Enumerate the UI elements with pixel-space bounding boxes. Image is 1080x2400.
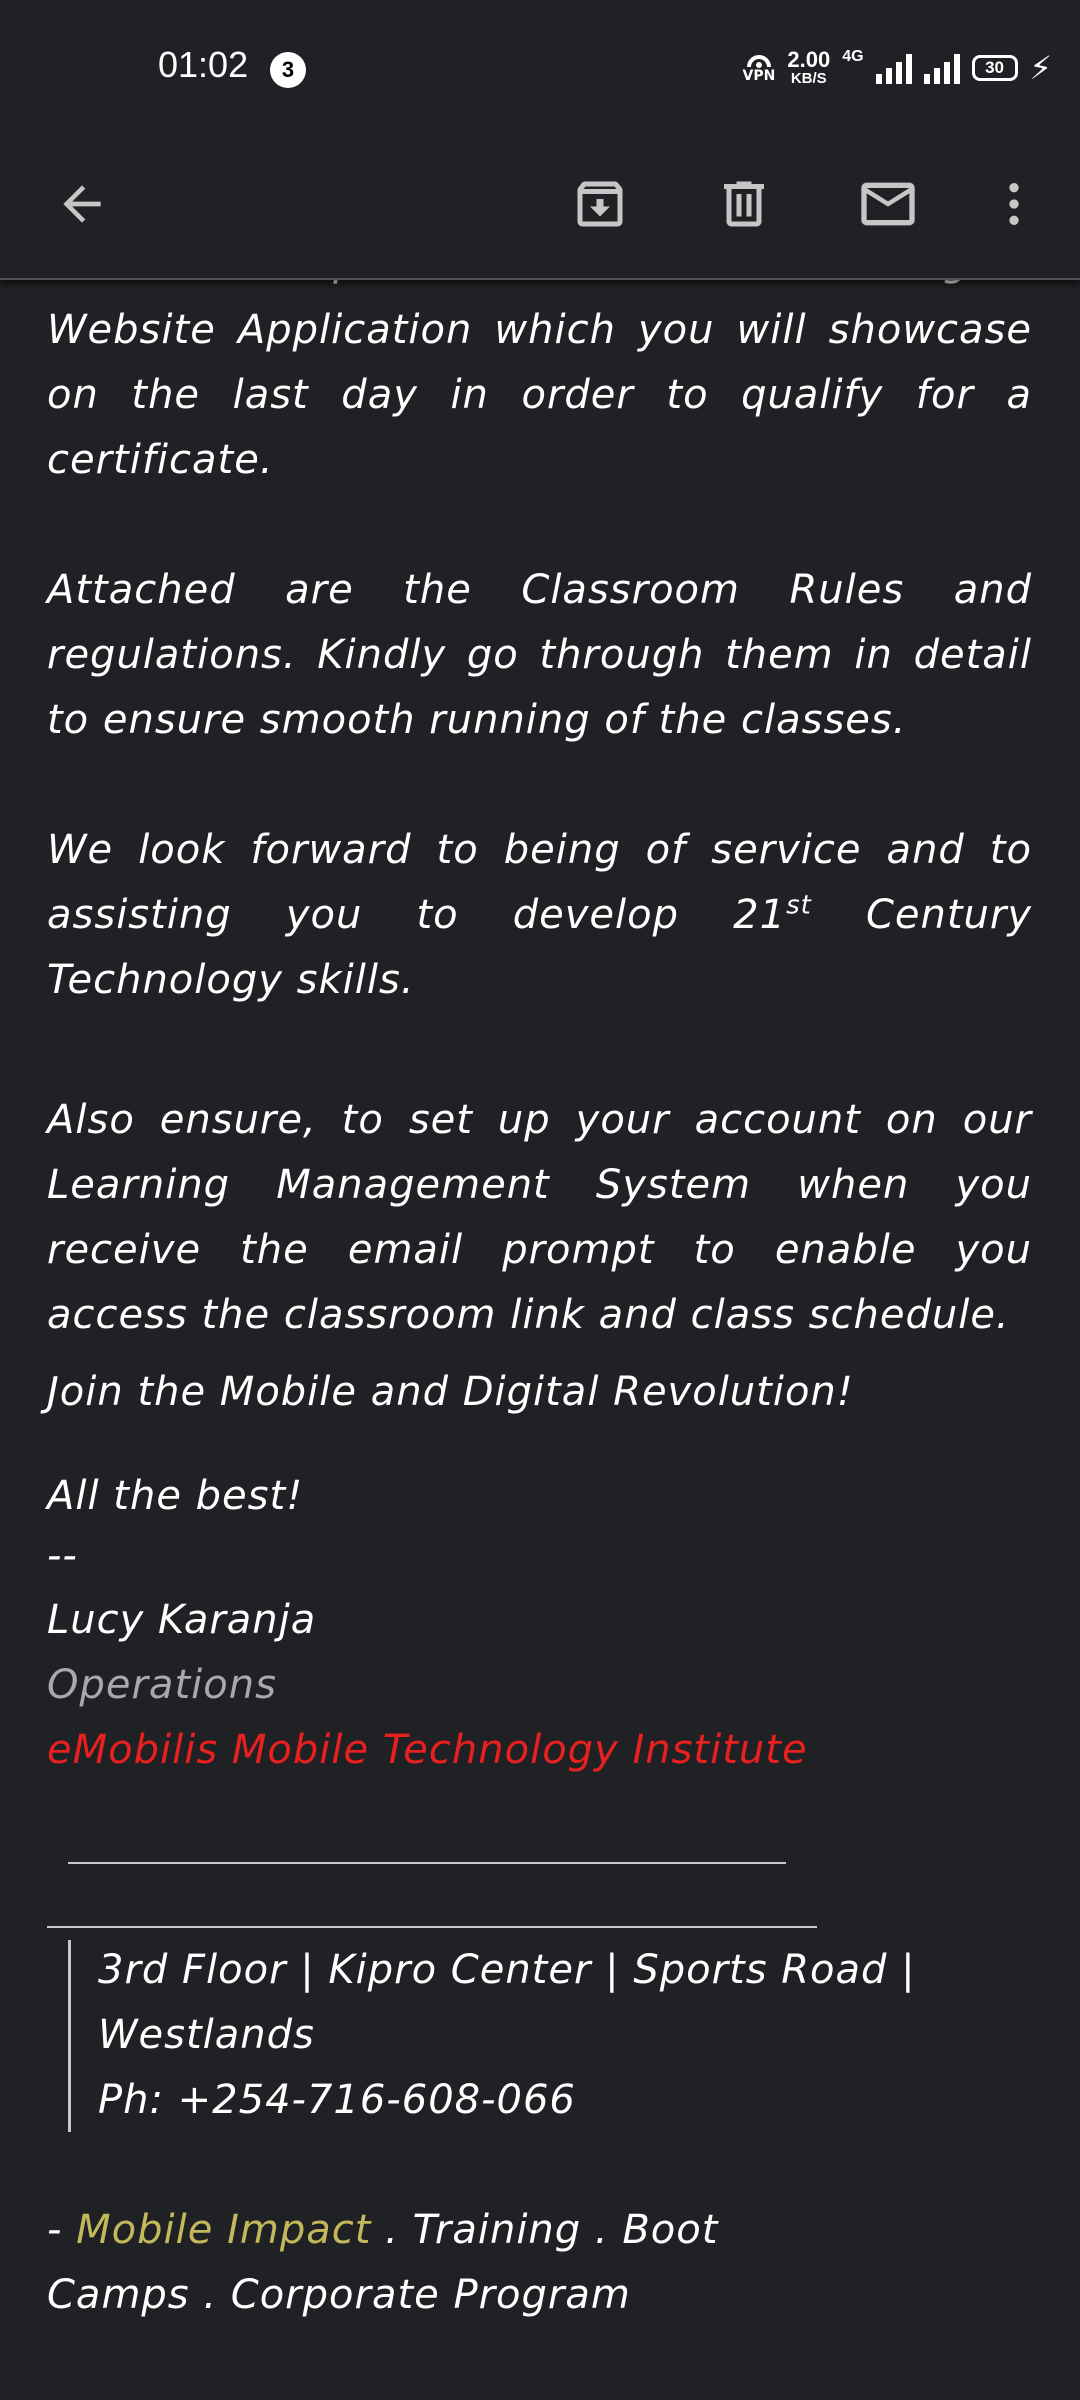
mark-unread-icon[interactable] (854, 170, 922, 238)
signature-divider-bottom (47, 1926, 817, 1928)
signal-strength-1-icon (875, 52, 912, 84)
speed-value: 2.00 (787, 47, 831, 72)
phone-number: Ph: +254-716-608-066 (98, 2077, 576, 2123)
signature-name: Lucy Karanja (47, 1597, 317, 1643)
vpn-label: VPN (742, 68, 776, 84)
signature-organization: eMobilis Mobile Technology Institute (47, 1727, 808, 1773)
signature-separator: -- (47, 1533, 78, 1579)
network-type-label: 4G (842, 48, 864, 65)
tagline-mobile-impact: Mobile Impact (76, 2207, 372, 2253)
more-vert-icon[interactable] (980, 170, 1048, 238)
paragraph-lms-account: Also ensure, to set up your account on o… (47, 1097, 1032, 1338)
email-body: You will be expected to create a functio… (0, 270, 1080, 2400)
notification-count-badge: 3 (270, 52, 306, 88)
status-icons: VPN 2.00 KB/S 4G 30 ⚡ (743, 44, 1052, 92)
address-line-2: Westlands (98, 2012, 315, 2058)
tagline-line-1: - Mobile Impact . Training . Boot (47, 2198, 1032, 2263)
status-time: 01:02 (158, 44, 249, 85)
paragraph-look-forward: We look forward to being of service and … (47, 818, 1032, 1013)
status-bar: 01:02 3 VPN 2.00 KB/S 4G 30 ⚡ (0, 0, 1080, 130)
superscript-st: st (786, 890, 812, 921)
signature-role: Operations (47, 1662, 277, 1708)
address-quote-bar (68, 1940, 71, 2132)
vpn-key-icon (746, 55, 771, 68)
signal-strength-2-icon (923, 52, 960, 84)
address-line-1: 3rd Floor | Kipro Center | Sports Road | (98, 1947, 916, 1993)
tagline-dash: - (47, 2207, 77, 2253)
paragraph-website-application: Website Application which you will showc… (47, 307, 1032, 483)
vpn-indicator: VPN (742, 53, 776, 84)
charging-bolt-icon: ⚡ (1029, 49, 1052, 87)
speed-unit: KB/S (790, 70, 827, 87)
closing-line: All the best! (47, 1473, 304, 1519)
paragraph-classroom-rules: Attached are the Classroom Rules and reg… (47, 567, 1032, 743)
battery-icon: 30 (971, 55, 1018, 81)
email-toolbar (0, 130, 1080, 280)
delete-icon[interactable] (710, 170, 778, 238)
archive-icon[interactable] (566, 170, 634, 238)
paragraph-join-revolution: Join the Mobile and Digital Revolution! (47, 1369, 854, 1415)
signature-divider-top (68, 1862, 786, 1864)
network-speed: 2.00 KB/S (787, 49, 830, 87)
tagline-line-2: Camps . Corporate Program (47, 2272, 631, 2318)
tagline-training-boot: . Training . Boot (371, 2207, 719, 2253)
back-arrow-icon[interactable] (48, 170, 116, 238)
